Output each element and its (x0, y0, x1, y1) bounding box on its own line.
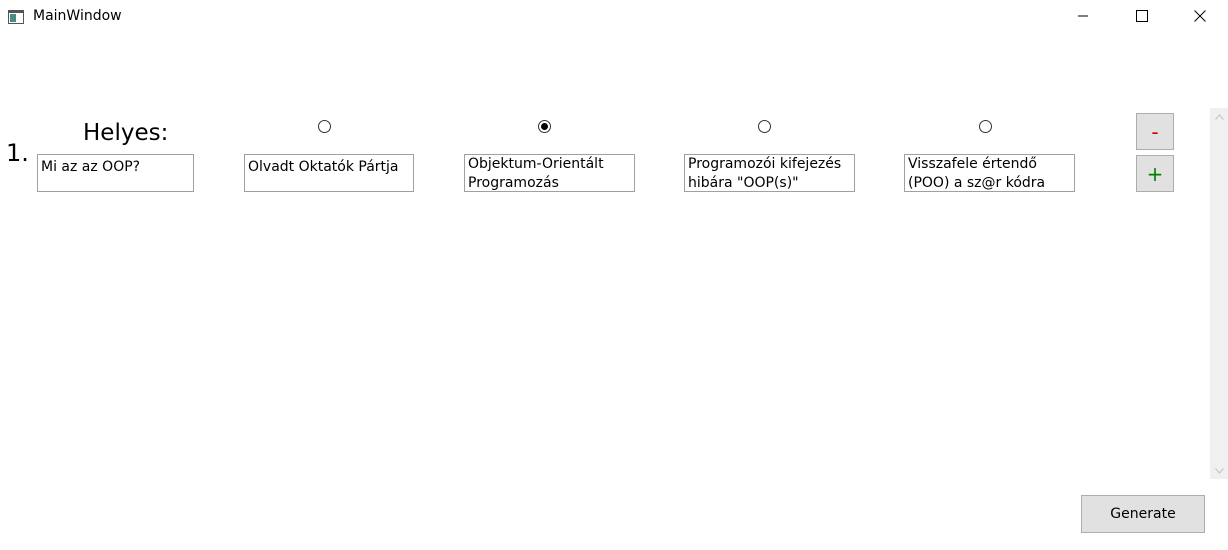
scroll-up-button[interactable] (1210, 108, 1228, 125)
answer-3-radio[interactable] (758, 120, 771, 133)
title-bar: MainWindow (0, 0, 1228, 32)
question-text-field[interactable]: Mi az az OOP? (37, 154, 194, 192)
close-button[interactable] (1171, 0, 1228, 32)
close-icon (1194, 10, 1206, 22)
answer-1-radio[interactable] (318, 120, 331, 133)
maximize-icon (1136, 10, 1148, 22)
remove-question-button[interactable]: - (1136, 113, 1174, 150)
add-question-button[interactable]: + (1136, 155, 1174, 192)
chevron-up-icon (1214, 113, 1224, 120)
answer-4-field[interactable]: Visszafele értendő (POO) a sz@r kódra (904, 154, 1075, 192)
vertical-scrollbar[interactable] (1210, 108, 1228, 479)
scroll-down-button[interactable] (1210, 462, 1228, 479)
generate-button[interactable]: Generate (1081, 495, 1205, 533)
answer-1-field[interactable]: Olvadt Oktatók Pártja (244, 154, 414, 192)
window-title: MainWindow (33, 8, 122, 24)
answer-4-radio[interactable] (979, 120, 992, 133)
maximize-button[interactable] (1113, 0, 1171, 32)
window-app-icon (8, 9, 24, 24)
answer-3-field[interactable]: Programozói kifejezés hibára "OOP(s)" (684, 154, 855, 192)
correct-answer-label: Helyes: (83, 120, 169, 146)
minimize-button[interactable] (1054, 0, 1112, 32)
answer-2-field[interactable]: Objektum-Orientált Programozás (464, 154, 635, 192)
question-number: 1. (6, 139, 29, 167)
answer-2-radio[interactable] (538, 120, 551, 133)
chevron-down-icon (1214, 467, 1224, 474)
minimize-icon (1078, 15, 1088, 17)
